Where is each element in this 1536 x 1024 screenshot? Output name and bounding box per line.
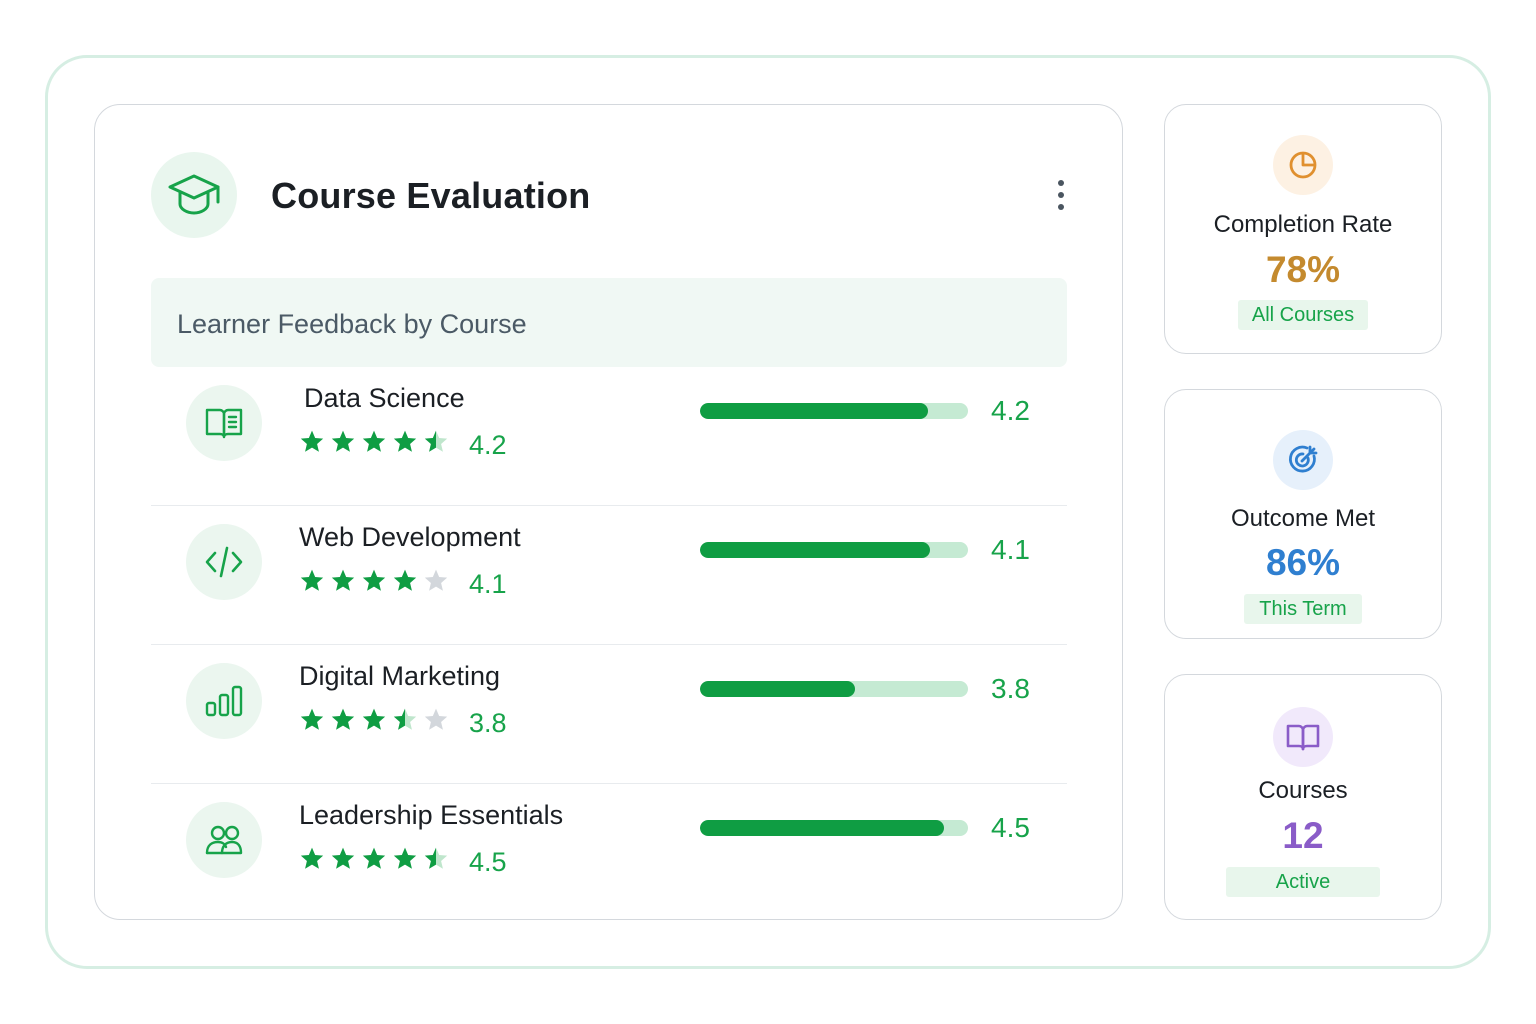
stat-card-courses[interactable]: Courses 12 Active [1164, 674, 1442, 920]
star-full-icon [331, 847, 355, 869]
course-row-data-science[interactable]: Data Science 4.2 4.2 [151, 367, 1067, 506]
rating-bar-value: 3.8 [991, 673, 1030, 704]
course-rating: 3.8 [469, 708, 507, 738]
rating-bar-fill [700, 542, 931, 558]
stat-card-completion-rate[interactable]: Completion Rate 78% All Courses [1164, 104, 1442, 354]
page-title: Course Evaluation [271, 175, 591, 216]
more-options-icon[interactable] [1045, 175, 1077, 215]
rating-bar [700, 542, 968, 558]
code-icon [186, 524, 262, 600]
star-full-icon [331, 569, 355, 591]
star-half-icon [393, 708, 417, 730]
star-full-icon [393, 847, 417, 869]
rating-bar-value: 4.2 [991, 395, 1030, 426]
course-rating: 4.1 [469, 569, 507, 599]
star-full-icon [393, 569, 417, 591]
course-name: Web Development [299, 522, 521, 552]
stat-value: 12 [1282, 815, 1324, 856]
rating-bar-fill [700, 820, 944, 836]
star-empty-icon [424, 569, 448, 591]
course-rating: 4.5 [469, 847, 507, 877]
pie-chart-icon [1273, 135, 1333, 195]
star-full-icon [362, 708, 386, 730]
stat-title: Outcome Met [1230, 505, 1376, 532]
users-icon [186, 802, 262, 878]
rating-bar [700, 820, 968, 836]
star-full-icon [331, 708, 355, 730]
star-full-icon [393, 430, 417, 452]
rating-bar-value: 4.1 [991, 534, 1030, 565]
course-name: Data Science [304, 383, 465, 413]
star-full-icon [362, 847, 386, 869]
star-full-icon [300, 569, 324, 591]
star-rating [299, 707, 449, 733]
stat-value: 78% [1265, 249, 1341, 290]
stat-title: Courses [1258, 777, 1348, 804]
star-half-icon [424, 847, 448, 869]
bar-chart-icon [186, 663, 262, 739]
star-full-icon [300, 708, 324, 730]
rating-bar-fill [700, 681, 856, 697]
course-name: Leadership Essentials [299, 800, 564, 830]
course-rating: 4.2 [469, 430, 507, 460]
feedback-subheader: Learner Feedback by Course [151, 278, 1067, 367]
star-full-icon [300, 430, 324, 452]
course-evaluation-card: Course Evaluation Learner Feedback by Co… [94, 104, 1123, 920]
stat-card-outcome-met[interactable]: Outcome Met 86% This Term [1164, 389, 1442, 639]
stat-badge: This Term [1244, 594, 1362, 624]
target-icon [1273, 430, 1333, 490]
stat-badge: All Courses [1238, 300, 1368, 330]
rating-bar [700, 681, 968, 697]
rating-bar [700, 403, 968, 419]
course-row-web-development[interactable]: Web Development 4.1 4.1 [151, 506, 1067, 645]
stat-title: Completion Rate [1213, 211, 1393, 238]
star-full-icon [362, 430, 386, 452]
star-rating [299, 568, 449, 594]
book-icon [1273, 707, 1333, 767]
rating-bar-value: 4.5 [991, 812, 1030, 843]
book-open-icon [186, 385, 262, 461]
star-rating [299, 429, 449, 455]
stat-badge: Active [1226, 867, 1380, 897]
star-half-icon [424, 430, 448, 452]
star-full-icon [331, 430, 355, 452]
star-rating [299, 846, 449, 872]
course-row-digital-marketing[interactable]: Digital Marketing 3.8 3.8 [151, 645, 1067, 784]
subheader-label: Learner Feedback by Course [177, 309, 527, 339]
stat-value: 86% [1265, 542, 1341, 583]
star-full-icon [300, 847, 324, 869]
course-name: Digital Marketing [299, 661, 501, 691]
course-row-leadership-essentials[interactable]: Leadership Essentials 4.5 4.5 [151, 784, 1067, 923]
rating-bar-fill [700, 403, 928, 419]
star-full-icon [362, 569, 386, 591]
star-empty-icon [424, 708, 448, 730]
graduation-cap-icon [151, 152, 237, 238]
